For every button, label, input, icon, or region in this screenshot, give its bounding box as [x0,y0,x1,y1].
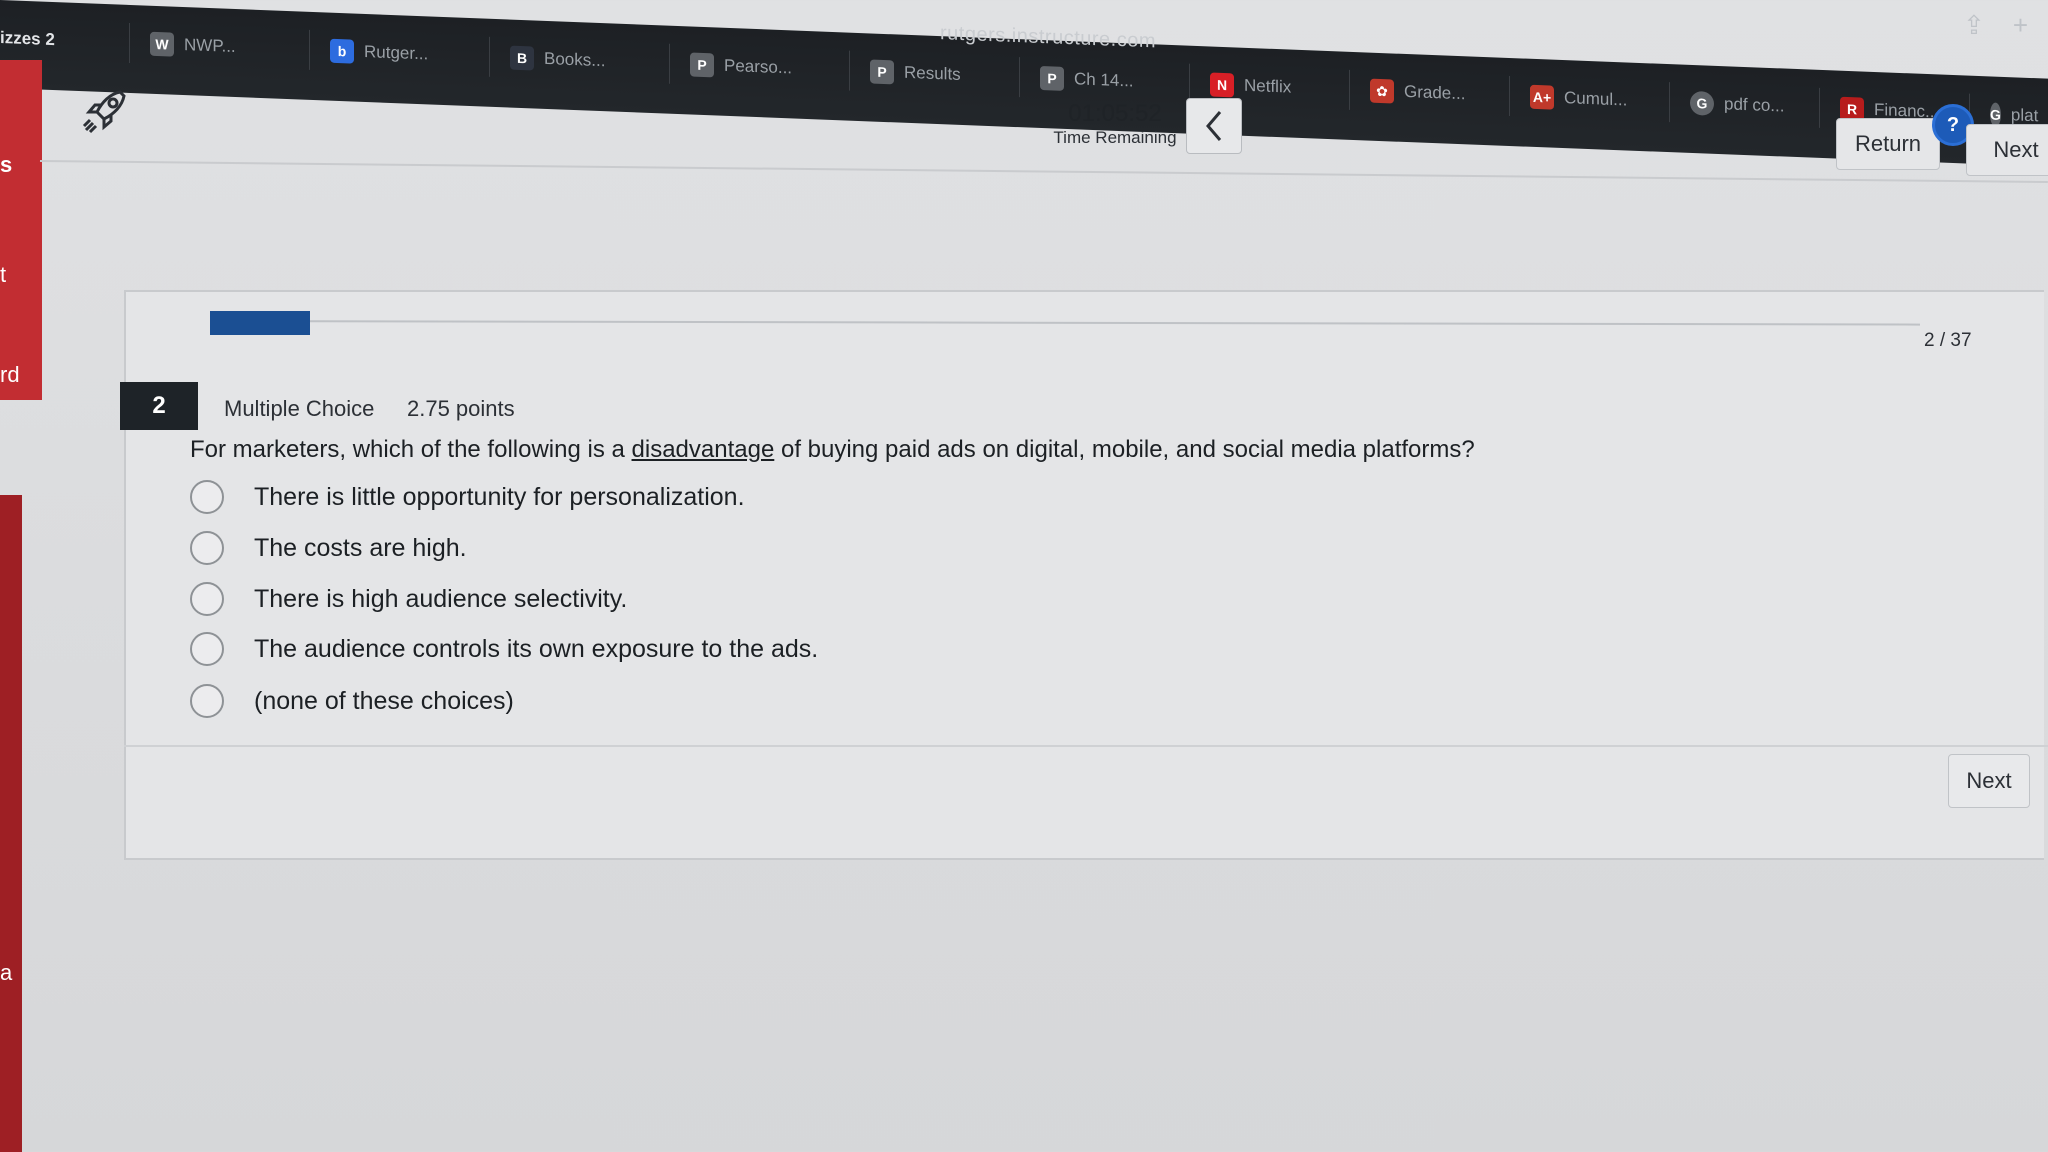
card-divider [124,745,2048,747]
tab-quizzes[interactable]: izzes 2 [0,18,130,63]
chevron-left-icon [1206,111,1222,141]
question-card [124,290,2044,860]
browser-tab-bar: rutgers.instructure.com izzes 2 W NWP...… [0,0,2048,167]
tab-ch14[interactable]: P Ch 14... [1020,57,1190,104]
left-sidebar: s t rd a [0,60,40,1152]
timer-value: 01:05:52 [1068,100,1162,127]
rocket-icon [80,86,130,141]
results-icon: P [870,59,894,85]
share-icon[interactable]: ⇪ [1963,10,1985,41]
header-divider [39,160,2048,184]
rutgers-icon: b [330,38,354,64]
option-label: The audience controls its own exposure t… [254,634,819,663]
radio-button[interactable] [190,684,224,718]
answer-option-1[interactable]: There is little opportunity for personal… [190,480,745,514]
return-button[interactable]: Return [1836,118,1940,170]
ch14-icon: P [1040,65,1064,91]
next-button-top[interactable]: Next [1966,124,2048,176]
radio-button[interactable] [190,582,224,616]
tab-nwp[interactable]: W NWP... [130,22,310,70]
tab-results[interactable]: P Results [850,50,1020,98]
sidebar-label-2[interactable]: t [0,262,6,288]
tab-books[interactable]: B Books... [490,36,670,84]
progress-count: 2 / 37 [1924,330,1972,351]
new-tab-icon[interactable]: + [2013,10,2028,41]
radio-button[interactable] [190,632,224,666]
netflix-icon: N [1210,72,1234,98]
option-label: There is high audience selectivity. [254,584,628,613]
tab-pearson[interactable]: P Pearso... [670,43,850,91]
question-type: Multiple Choice [224,396,375,421]
question-number: 2 [120,382,198,430]
option-label: The costs are high. [254,533,467,562]
answer-option-5[interactable]: (none of these choices) [190,684,514,718]
option-label: There is little opportunity for personal… [254,482,745,511]
nwp-icon: W [150,31,174,57]
timer-label: Time Remaining [1053,128,1177,147]
answer-option-3[interactable]: There is high audience selectivity. [190,582,627,616]
option-label: (none of these choices) [254,686,514,715]
radio-button[interactable] [190,480,224,514]
question-keyword: disadvantage [631,436,775,463]
previous-button[interactable] [1186,98,1242,154]
next-button[interactable]: Next [1948,754,2030,808]
sidebar-label-3[interactable]: rd [0,362,20,388]
tab-rutgers[interactable]: b Rutger... [310,29,490,77]
tab-pdf[interactable]: G pdf co... [1670,82,1820,128]
pearson-icon: P [690,52,714,78]
browser-toolbar-icons: ⇪ + [1963,10,2028,41]
tab-grades[interactable]: ✿ Grade... [1350,69,1510,117]
sidebar-label-1[interactable]: s [0,152,12,178]
progress-bar-fill [210,311,310,335]
tab-cumulative[interactable]: A+ Cumul... [1510,76,1670,123]
cumulative-icon: A+ [1530,84,1554,110]
time-remaining: 01:05:52 Time Remaining [1040,100,1190,148]
google-icon: G [1690,90,1714,116]
question-points: 2.75 points [407,396,515,421]
answer-option-2[interactable]: The costs are high. [190,531,467,565]
question-text: For marketers, which of the following is… [190,436,1475,463]
url-fragment[interactable]: rutgers.instructure.com [940,22,1156,53]
books-icon: B [510,45,534,71]
radio-button[interactable] [190,531,224,565]
answer-option-4[interactable]: The audience controls its own exposure t… [190,632,818,666]
grades-icon: ✿ [1370,78,1394,104]
sidebar-label-4[interactable]: a [0,960,12,986]
